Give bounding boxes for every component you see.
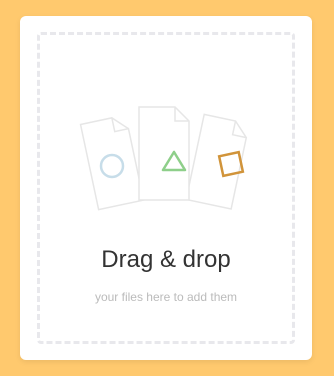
page-background: Drag & drop your files here to add them	[0, 0, 334, 376]
document-left	[79, 117, 145, 211]
files-illustration	[79, 106, 248, 211]
upload-card: Drag & drop your files here to add them	[20, 16, 312, 360]
document-center	[138, 106, 190, 201]
dropzone-subtitle: your files here to add them	[94, 290, 238, 304]
document-left-shape	[79, 117, 145, 211]
dropzone-title: Drag & drop	[101, 246, 231, 273]
